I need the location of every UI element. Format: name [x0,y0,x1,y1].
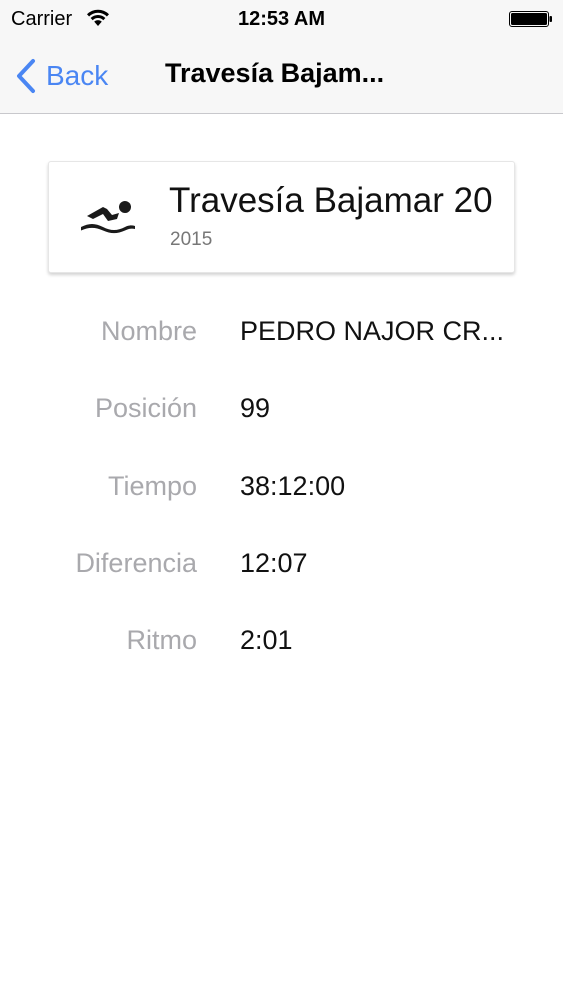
event-name: Travesía Bajamar 20 [169,181,493,220]
detail-row-posicion: Posición 99 [0,393,563,433]
detail-row-ritmo: Ritmo 2:01 [0,625,563,665]
swimmer-icon [81,201,135,234]
detail-value: 99 [240,393,271,423]
detail-label: Posición [94,393,197,423]
navigation-bar: Back Travesía Bajam... [0,40,563,114]
page-title: Travesía Bajam... [165,58,385,88]
detail-row-tiempo: Tiempo 38:12:00 [0,471,563,511]
chevron-left-icon [17,59,35,93]
status-bar: Carrier 12:53 AM [0,0,563,40]
screen: Carrier 12:53 AM Back Travesía Bajam... … [0,0,563,1000]
battery-icon [509,11,552,27]
detail-label: Nombre [100,316,197,346]
detail-label: Ritmo [126,625,197,655]
detail-value: PEDRO NAJOR CR... [240,316,505,346]
detail-label: Diferencia [75,548,197,578]
back-button[interactable]: Back [14,56,108,96]
detail-value: 2:01 [240,625,293,655]
back-label: Back [46,60,109,91]
detail-value: 12:07 [240,548,308,578]
detail-row-nombre: Nombre PEDRO NAJOR CR... [0,316,563,356]
detail-value: 38:12:00 [240,471,346,501]
detail-row-diferencia: Diferencia 12:07 [0,548,563,588]
detail-label: Tiempo [107,471,197,501]
clock: 12:53 AM [237,8,326,30]
event-card[interactable]: Travesía Bajamar 20 2015 [48,161,515,273]
event-year: 2015 [170,229,213,250]
